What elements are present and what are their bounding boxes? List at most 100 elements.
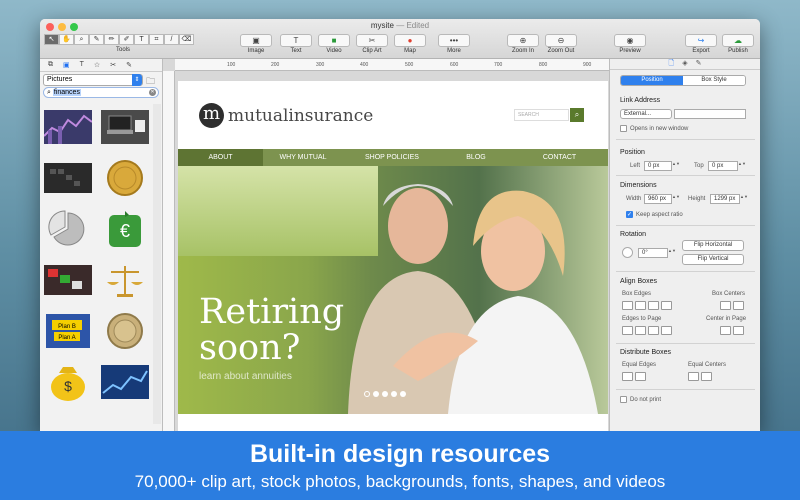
map-button[interactable]: ● Map xyxy=(394,34,426,54)
golden-scales-thumb[interactable] xyxy=(99,257,150,302)
page-center-h-icon[interactable] xyxy=(720,326,731,335)
top-field[interactable]: 0 px xyxy=(708,161,738,171)
page-top-icon[interactable] xyxy=(648,326,659,335)
eraser-tool-icon[interactable]: ⌫ xyxy=(179,34,194,45)
slide-dot[interactable] xyxy=(400,391,406,397)
distribute-h-centers-icon[interactable] xyxy=(688,372,699,381)
text-button[interactable]: T Text xyxy=(280,34,312,54)
align-bottom-icon[interactable] xyxy=(661,301,672,310)
nav-why-mutual[interactable]: WHY MUTUAL xyxy=(263,149,343,166)
calculator-keys-thumb[interactable] xyxy=(42,155,93,200)
layers-tab-icon[interactable]: ⧉ xyxy=(48,61,53,69)
clipart-button[interactable]: ✂ Clip Art xyxy=(356,34,388,54)
align-center-v-icon[interactable] xyxy=(733,301,744,310)
height-field[interactable]: 1299 px xyxy=(710,194,740,204)
link-url-field[interactable] xyxy=(674,109,746,119)
nav-contact[interactable]: CONTACT xyxy=(511,149,608,166)
layers-tab-icon[interactable]: ◈ xyxy=(682,59,687,69)
library-search-input[interactable]: ⌕ finances ✕ xyxy=(43,87,159,98)
pencil-tab-icon[interactable]: ✎ xyxy=(126,61,132,69)
left-field[interactable]: 0 px xyxy=(644,161,672,171)
magnify-tool-icon[interactable]: ⌕ xyxy=(74,34,89,45)
rotation-dial-icon[interactable] xyxy=(622,247,633,258)
site-search-input[interactable]: SEARCH xyxy=(514,109,569,121)
tab-box-style[interactable]: Box Style xyxy=(683,76,745,85)
site-logo[interactable]: m mutualinsurance xyxy=(199,103,373,128)
flip-vertical-button[interactable]: Flip Vertical xyxy=(682,254,744,265)
nav-blog[interactable]: BLOG xyxy=(441,149,511,166)
library-scrollbar[interactable] xyxy=(153,104,161,424)
page-center-v-icon[interactable] xyxy=(733,326,744,335)
document-tab-icon[interactable]: 🗋 xyxy=(669,59,675,69)
keep-aspect-checkbox[interactable]: ✓ xyxy=(626,211,633,218)
tab-position[interactable]: Position xyxy=(621,76,683,85)
zoom-out-button[interactable]: ⊖ Zoom Out xyxy=(545,34,577,54)
text-tab-icon[interactable]: T xyxy=(80,61,84,69)
category-select[interactable]: Pictures ⇕ xyxy=(43,74,143,86)
page-left-icon[interactable] xyxy=(622,326,633,335)
design-canvas[interactable]: 100 200 300 400 500 600 700 800 900 m mu… xyxy=(163,59,609,431)
more-button[interactable]: ••• More xyxy=(438,34,470,54)
top-stepper-icon[interactable]: ▲▼ xyxy=(738,161,746,171)
hero-subtitle[interactable]: learn about annuities xyxy=(199,371,292,382)
open-new-window-checkbox[interactable] xyxy=(620,125,627,132)
align-right-icon[interactable] xyxy=(635,301,646,310)
site-search-icon[interactable]: ⌕ xyxy=(570,108,584,122)
align-center-h-icon[interactable] xyxy=(720,301,731,310)
page-right-icon[interactable] xyxy=(635,326,646,335)
publish-button[interactable]: ☁ Publish xyxy=(722,34,754,54)
distribute-h-edges-icon[interactable] xyxy=(622,372,633,381)
slide-dot[interactable] xyxy=(382,391,388,397)
align-left-icon[interactable] xyxy=(622,301,633,310)
hero-banner[interactable]: Retiring soon? learn about annuities xyxy=(178,166,608,414)
width-field[interactable]: 960 px xyxy=(644,194,672,204)
hand-tool-icon[interactable]: ✋ xyxy=(59,34,74,45)
plan-b-sign-thumb[interactable]: Plan B Plan A xyxy=(42,308,93,353)
image-button[interactable]: ▣ Image xyxy=(240,34,272,54)
slide-dot[interactable] xyxy=(373,391,379,397)
nav-about[interactable]: ABOUT xyxy=(178,149,263,166)
pen-tool-icon[interactable]: ✎ xyxy=(89,34,104,45)
pie-chart-3d-thumb[interactable] xyxy=(42,206,93,251)
rotation-field[interactable]: 0° xyxy=(638,248,668,258)
do-not-print-checkbox[interactable] xyxy=(620,396,627,403)
left-stepper-icon[interactable]: ▲▼ xyxy=(672,161,680,171)
align-top-icon[interactable] xyxy=(648,301,659,310)
link-type-select[interactable]: External... xyxy=(620,109,672,119)
typewriter-keys-thumb[interactable] xyxy=(42,257,93,302)
star-tab-icon[interactable]: ☆ xyxy=(94,61,100,69)
zoom-in-button[interactable]: ⊕ Zoom In xyxy=(507,34,539,54)
web-page[interactable]: m mutualinsurance SEARCH ⌕ ABOUT WHY MUT… xyxy=(178,81,608,431)
line-tool-icon[interactable]: / xyxy=(164,34,179,45)
preview-button[interactable]: ◉ Preview xyxy=(614,34,646,54)
laptop-desk-thumb[interactable] xyxy=(99,104,150,149)
nav-shop-policies[interactable]: SHOP POLICIES xyxy=(343,149,441,166)
clip-tab-icon[interactable]: ✂ xyxy=(110,61,116,69)
select-tool-icon[interactable]: ↖ xyxy=(44,34,59,45)
gold-coin-thumb[interactable] xyxy=(99,155,150,200)
hero-title[interactable]: Retiring soon? xyxy=(199,294,344,366)
pencil-tab-icon[interactable]: ✎ xyxy=(696,59,702,69)
width-stepper-icon[interactable]: ▲▼ xyxy=(672,194,680,204)
export-button[interactable]: ↪ Export xyxy=(685,34,717,54)
page-bottom-icon[interactable] xyxy=(661,326,672,335)
distribute-v-centers-icon[interactable] xyxy=(701,372,712,381)
profit-money-bag-thumb[interactable]: $ xyxy=(42,359,93,404)
slide-dot[interactable] xyxy=(364,391,370,397)
text-tool-icon[interactable]: T xyxy=(134,34,149,45)
flip-horizontal-button[interactable]: Flip Horizontal xyxy=(682,240,744,251)
brush-tool-icon[interactable]: ✐ xyxy=(119,34,134,45)
pictures-tab-icon[interactable]: ▣ xyxy=(63,61,70,69)
distribute-v-edges-icon[interactable] xyxy=(635,372,646,381)
stock-arrow-thumb[interactable] xyxy=(99,359,150,404)
slide-dot[interactable] xyxy=(391,391,397,397)
pencil-tool-icon[interactable]: ✏ xyxy=(104,34,119,45)
stock-chart-thumb[interactable] xyxy=(42,104,93,149)
silver-coin-thumb[interactable] xyxy=(99,308,150,353)
rotation-stepper-icon[interactable]: ▲▼ xyxy=(668,248,676,258)
clear-search-icon[interactable]: ✕ xyxy=(149,89,156,96)
crop-tool-icon[interactable]: ⌗ xyxy=(149,34,164,45)
height-stepper-icon[interactable]: ▲▼ xyxy=(740,194,748,204)
euro-safe-thumb[interactable]: € xyxy=(99,206,150,251)
video-button[interactable]: ■ Video xyxy=(318,34,350,54)
